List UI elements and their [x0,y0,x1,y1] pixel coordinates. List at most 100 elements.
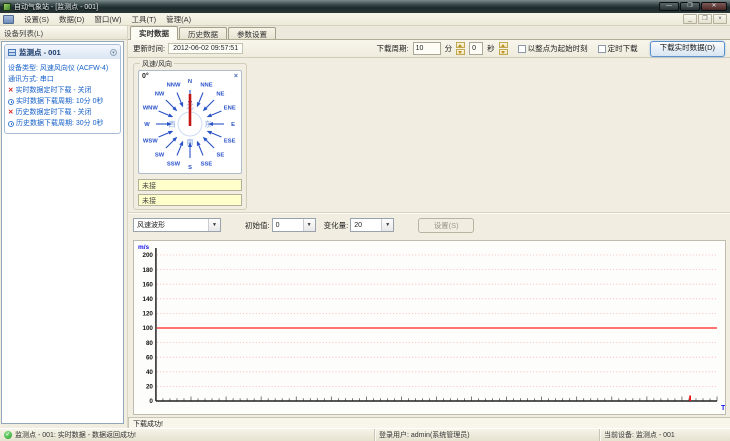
timed-download-checkbox[interactable] [597,44,606,53]
chevron-down-icon[interactable]: ▼ [208,219,220,231]
device-info: 设备类型: 风速风向仪 (ACFW-4) 通讯方式: 串口 ✕ 实时数据定时下载 - … [5,59,120,133]
child-window-icon[interactable] [3,14,14,24]
device-card-header[interactable]: 监测点 - 001 ▾ [5,45,120,59]
close-button[interactable]: ✕ [701,2,727,11]
wind-speed-readout: 未接 [138,179,242,191]
clock-icon [8,98,14,105]
window-title: 自动气象站 - [监测点 - 001] [14,3,99,11]
device-info-line: 实时数据下载周期: 10分 0秒 [8,96,118,107]
device-info-line: ✕ 历史数据定时下载 - 关闭 [8,107,118,118]
minimize-button[interactable]: — [659,2,679,11]
compass-rose: 北东南西NNNENEENEEESESESSESSSWSWWSWWWNWNWNNW [143,79,236,171]
align-to-hour-label: 以整点为起始时刻 [527,44,588,53]
section-divider [128,212,730,214]
wind-compass: 0° × 北东南西NNNENEENEEESESESSESSSWSWWSWWWNW… [138,70,242,174]
svg-text:ESE: ESE [224,138,236,144]
menu-item[interactable]: 工具(T) [127,13,162,26]
device-sidebar: 设备列表(L) 监测点 - 001 ▾ 设备类型: 风速风向仪 (ACFW-4)… [0,26,127,425]
wind-groupbox: 风速/风向 0° × 北东南西NNNENEENEEESESESSESSSWSWW… [133,59,247,210]
delta-value-label: 变化量: [323,220,349,230]
error-cross-icon: ✕ [8,109,14,116]
svg-text:SSE: SSE [201,162,213,168]
svg-text:120: 120 [142,311,153,318]
minutes-input[interactable]: 10 [412,42,441,55]
svg-text:180: 180 [142,267,153,274]
svg-text:SW: SW [155,152,165,158]
chevron-down-icon[interactable]: ▼ [381,219,394,231]
seconds-unit-label: 秒 [487,44,495,53]
svg-text:N: N [188,79,192,85]
timed-download-label: 定时下载 [607,44,638,53]
update-time-value: 2012-06-02 09:57:51 [168,43,244,54]
minutes-stepper[interactable] [456,42,466,55]
device-info-text: 实时数据定时下载 - 关闭 [15,87,92,94]
device-info-line: 设备类型: 风速风向仪 (ACFW-4) [8,63,118,74]
tab-参数设置[interactable]: 参数设置 [228,27,276,39]
wind-direction-readout: 未接 [138,194,242,206]
svg-text:E: E [231,122,235,128]
svg-text:200: 200 [142,252,153,259]
device-list: 监测点 - 001 ▾ 设备类型: 风速风向仪 (ACFW-4) 通讯方式: 串口… [1,41,124,424]
application-window: 自动气象站 - [监测点 - 001] — ❐ ✕ 设置(S) 数据(D) 窗口(W… [0,0,730,441]
minutes-unit-label: 分 [444,44,453,53]
menu-item[interactable]: 数据(D) [54,13,89,26]
mdi-close-button[interactable]: × [713,14,727,24]
device-info-line: 历史数据下载周期: 30分 0秒 [8,118,118,129]
device-info-text: 历史数据下载周期: 30分 0秒 [16,120,104,127]
wind-group-title: 风速/风向 [140,59,174,69]
collapse-icon[interactable]: ▾ [110,48,117,56]
success-check-icon: ✓ [4,431,12,439]
mdi-restore-button[interactable]: ❐ [698,14,712,24]
invalid-marker: × [233,73,238,80]
minutes-up-icon[interactable] [456,42,466,48]
svg-text:20: 20 [146,384,153,391]
svg-text:40: 40 [146,369,153,376]
seconds-up-icon[interactable] [498,42,508,48]
menu-item[interactable]: 管理(A) [161,13,196,26]
svg-text:140: 140 [142,296,153,303]
menu-item[interactable]: 窗口(W) [89,13,126,26]
download-message: 下载成功! [128,417,730,428]
chevron-down-icon[interactable]: ▼ [302,219,315,231]
svg-text:ENE: ENE [224,106,236,112]
svg-text:NNW: NNW [167,82,181,88]
download-period-label: 下载周期: [376,44,409,53]
svg-text:80: 80 [146,340,153,347]
svg-text:NW: NW [155,92,165,98]
svg-text:T: T [721,405,725,412]
settings-button[interactable]: 设置(S) [418,217,475,233]
restore-button[interactable]: ❐ [680,2,700,11]
device-info-text: 历史数据定时下载 - 关闭 [15,109,92,116]
device-info-text: 设备类型: 风速风向仪 (ACFW-4) [8,65,109,72]
tab-历史数据[interactable]: 历史数据 [179,27,227,39]
mdi-minimize-button[interactable]: _ [683,14,697,24]
svg-text:SE: SE [217,152,225,158]
tab-实时数据[interactable]: 实时数据 [130,26,178,40]
device-icon [8,48,16,56]
seconds-stepper[interactable] [498,42,508,55]
status-message: 监测点 - 001: 实时数据 - 数据返回成功! [15,432,136,439]
svg-text:100: 100 [142,325,153,332]
menu-item[interactable]: 设置(S) [19,13,54,26]
initial-value-select[interactable]: 0 ▼ [271,218,316,232]
svg-text:m/s: m/s [138,244,150,251]
device-info-text: 通讯方式: 串口 [8,76,54,83]
device-info-text: 实时数据下载周期: 10分 0秒 [16,98,104,105]
svg-text:W: W [144,122,150,128]
device-info-line: 通讯方式: 串口 [8,74,118,85]
seconds-down-icon[interactable] [498,49,508,55]
waveform-select[interactable]: 风速波形 ▼ [133,218,221,232]
device-card: 监测点 - 001 ▾ 设备类型: 风速风向仪 (ACFW-4) 通讯方式: 串口… [4,44,121,134]
download-realtime-button[interactable]: 下载实时数据(D) [649,40,725,57]
toolbar: 更新时间: 2012-06-02 09:57:51 下载周期: 10 分 0 秒 [128,40,730,58]
delta-value-select[interactable]: 20 ▼ [350,218,395,232]
svg-text:60: 60 [146,354,153,361]
clock-icon [8,120,14,127]
align-to-hour-checkbox[interactable] [517,44,526,53]
svg-text:NE: NE [216,92,224,98]
device-info-line: ✕ 实时数据定时下载 - 关闭 [8,85,118,96]
minutes-down-icon[interactable] [456,49,466,55]
initial-value-label: 初始值: [245,220,270,230]
tab-strip: 实时数据 历史数据 参数设置 [128,26,730,40]
seconds-input[interactable]: 0 [469,42,484,55]
